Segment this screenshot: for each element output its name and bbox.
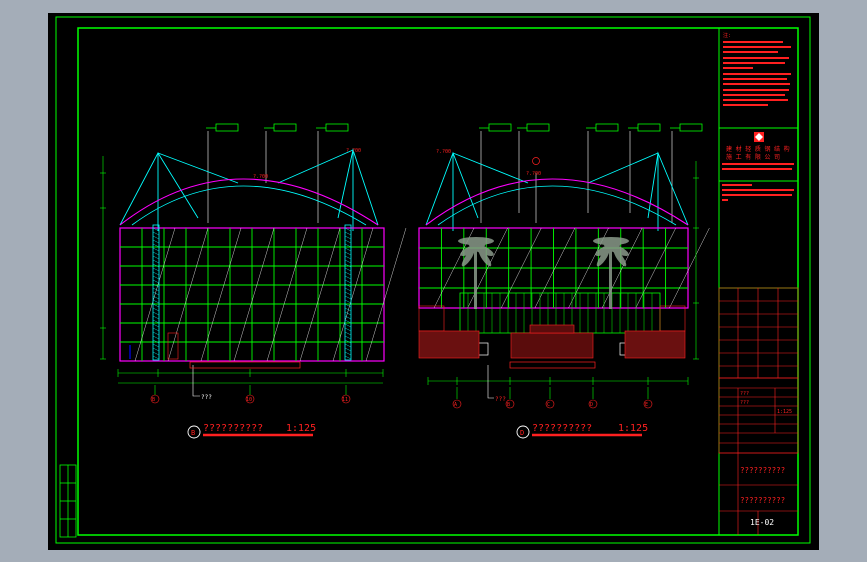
right-elevation-scale: 1:125 bbox=[618, 423, 648, 434]
notes-heading: 注: bbox=[723, 32, 731, 39]
right-grid-label-2: B bbox=[507, 402, 510, 408]
info-row-2: ??? bbox=[740, 400, 749, 406]
svg-text:?.?00: ?.?00 bbox=[526, 171, 541, 177]
left-grid-label-2: 10 bbox=[246, 397, 252, 403]
right-elevation-title: ?????????? bbox=[532, 423, 592, 434]
left-elevation-scale: 1:125 bbox=[286, 423, 316, 434]
outer-frame bbox=[55, 16, 811, 544]
company-name-line-1: 建 材 轻 质 钢 结 构 bbox=[726, 145, 790, 153]
left-title-marker-letter: B bbox=[191, 429, 195, 437]
drawing-title-1: ?????????? bbox=[740, 466, 785, 475]
drawing-canvas: ?.?00 ?.?00 B 10 11 ??? B ?????????? 1:1… bbox=[55, 16, 811, 544]
left-callout-text: ??? bbox=[201, 394, 212, 401]
info-row-scale: 1:125 bbox=[777, 409, 792, 415]
brick-base bbox=[418, 305, 686, 359]
svg-text:?.?00: ?.?00 bbox=[436, 149, 451, 155]
left-curtain-wall-grid bbox=[119, 224, 407, 362]
cad-drawing-sheet: ?.?00 ?.?00 B 10 11 ??? B ?????????? 1:1… bbox=[48, 13, 819, 550]
title-block: 注: 建 材 轻 质 钢 结 构 施 工 有 限 公 司 ??? ??? 1:1… bbox=[718, 28, 799, 535]
right-grid-label-1: A bbox=[454, 402, 457, 408]
svg-text:?.?00: ?.?00 bbox=[253, 174, 268, 180]
svg-text:?.?00: ?.?00 bbox=[346, 148, 361, 154]
info-row-1: ??? bbox=[740, 391, 749, 397]
right-callout-text: ??? bbox=[495, 396, 506, 403]
right-grid-label-4: D bbox=[590, 402, 593, 408]
left-elevation-title: ?????????? bbox=[203, 423, 263, 434]
right-title-marker-letter: D bbox=[520, 429, 524, 437]
right-grid-label-5: E bbox=[645, 402, 648, 408]
company-name-line-2: 施 工 有 限 公 司 bbox=[726, 153, 780, 161]
left-grid-label-1: B bbox=[152, 397, 155, 403]
revision-table bbox=[718, 287, 799, 379]
drawing-number: 1E-02 bbox=[750, 518, 774, 527]
right-grid-label-3: C bbox=[547, 402, 550, 408]
drawing-title-2: ?????????? bbox=[740, 496, 785, 505]
margin-table bbox=[59, 464, 77, 538]
info-table bbox=[718, 377, 799, 454]
left-elevation: ?.?00 ?.?00 B 10 11 ??? B ?????????? 1:1… bbox=[100, 123, 407, 439]
notes-text-block bbox=[723, 41, 791, 106]
right-elevation: ?.?00 ?.?00 A B C D E ??? D ?????????? 1… bbox=[418, 123, 710, 439]
left-grid-label-3: 11 bbox=[342, 397, 348, 403]
